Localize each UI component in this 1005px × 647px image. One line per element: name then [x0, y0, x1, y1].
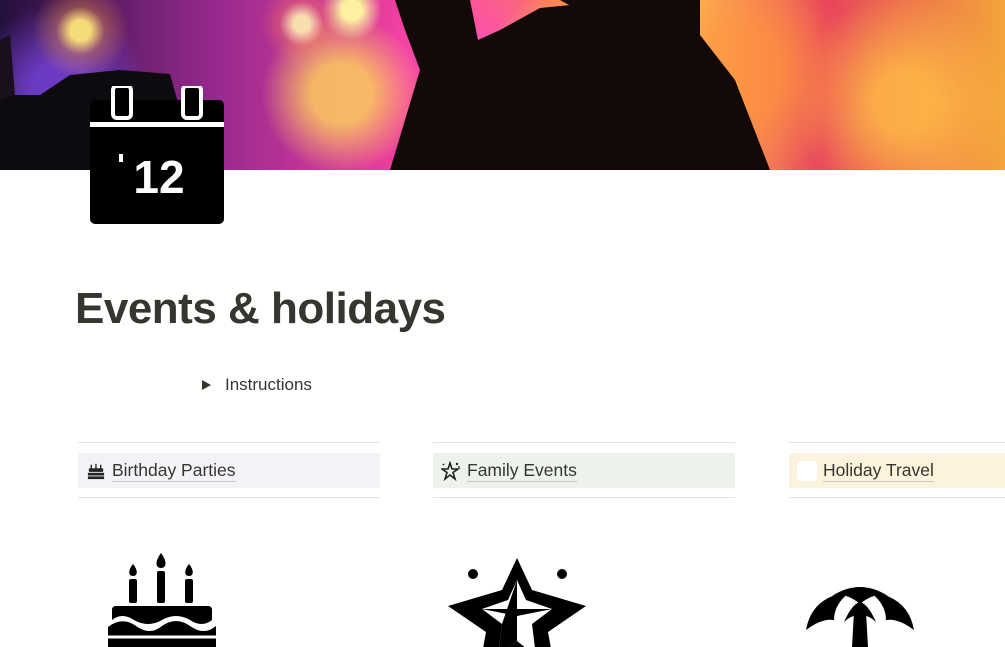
blank-icon	[797, 460, 817, 481]
family-events-link[interactable]: Family Events	[433, 453, 735, 488]
holiday-travel-link[interactable]: Holiday Travel	[789, 453, 1005, 488]
column-holiday-travel: Holiday Travel	[789, 442, 1005, 498]
calendar-12-icon[interactable]: 12	[90, 86, 224, 226]
column-family-events: Family Events	[433, 442, 735, 498]
divider	[433, 442, 735, 443]
birthday-cake-icon[interactable]	[106, 552, 218, 647]
star-icon[interactable]	[446, 556, 588, 647]
divider	[78, 497, 380, 498]
column-title[interactable]: Holiday Travel	[823, 460, 934, 482]
divider	[789, 497, 1005, 498]
palm-tree-icon[interactable]	[804, 582, 916, 647]
column-title[interactable]: Birthday Parties	[112, 460, 236, 482]
column-birthday-parties: Birthday Parties	[78, 442, 380, 498]
toggle-label: Instructions	[225, 375, 312, 394]
birthday-parties-link[interactable]: Birthday Parties	[78, 453, 380, 488]
birthday-cake-icon	[86, 461, 106, 481]
page-title[interactable]: Events & holidays	[75, 284, 446, 334]
divider	[789, 442, 1005, 443]
divider	[78, 442, 380, 443]
toggle-triangle-icon[interactable]	[202, 380, 211, 390]
instructions-toggle[interactable]: Instructions	[200, 375, 312, 395]
column-title[interactable]: Family Events	[467, 460, 577, 482]
calendar-day-number: 12	[133, 151, 184, 203]
sparkle-star-icon	[441, 460, 461, 481]
divider	[433, 497, 735, 498]
